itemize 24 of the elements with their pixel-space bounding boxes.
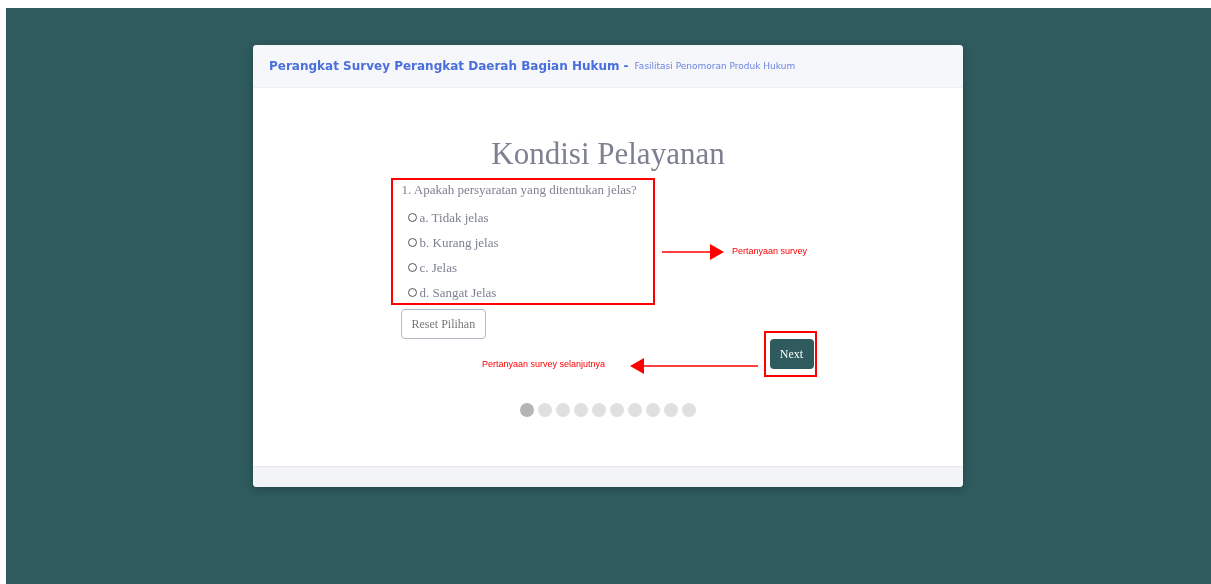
step-dot[interactable] <box>592 403 606 417</box>
step-dot[interactable] <box>574 403 588 417</box>
step-dot[interactable] <box>556 403 570 417</box>
annotation-label: Pertanyaan survey selanjutnya <box>482 359 606 369</box>
step-dot[interactable] <box>646 403 660 417</box>
option-label: b. Kurang jelas <box>419 234 499 251</box>
highlight-frame <box>764 331 817 377</box>
step-dot[interactable] <box>520 403 534 417</box>
title-separator: - <box>623 59 629 73</box>
step-dot[interactable] <box>538 403 552 417</box>
survey-title: Perangkat Survey Perangkat Daerah Bagian Hukum <box>269 59 620 73</box>
next-button[interactable]: Next <box>769 339 814 369</box>
option-label: c. Jelas <box>419 259 458 276</box>
survey-subtitle: Fasilitasi Penomoran Produk Hukum <box>634 61 796 71</box>
step-dot[interactable] <box>628 403 642 417</box>
step-dot[interactable] <box>682 403 696 417</box>
option-label: d. Sangat Jelas <box>419 284 497 301</box>
step-dot[interactable] <box>664 403 678 417</box>
annotation-label: Pertanyaan survey <box>732 246 808 256</box>
section-title: Kondisi Pelayanan <box>491 136 725 172</box>
question-text: 1. Apakah persyaratan yang ditentukan jelas? <box>401 182 637 198</box>
reset-button[interactable]: Reset Pilihan <box>400 309 487 339</box>
step-dot[interactable] <box>610 403 624 417</box>
option-label: a. Tidak jelas <box>419 209 489 226</box>
